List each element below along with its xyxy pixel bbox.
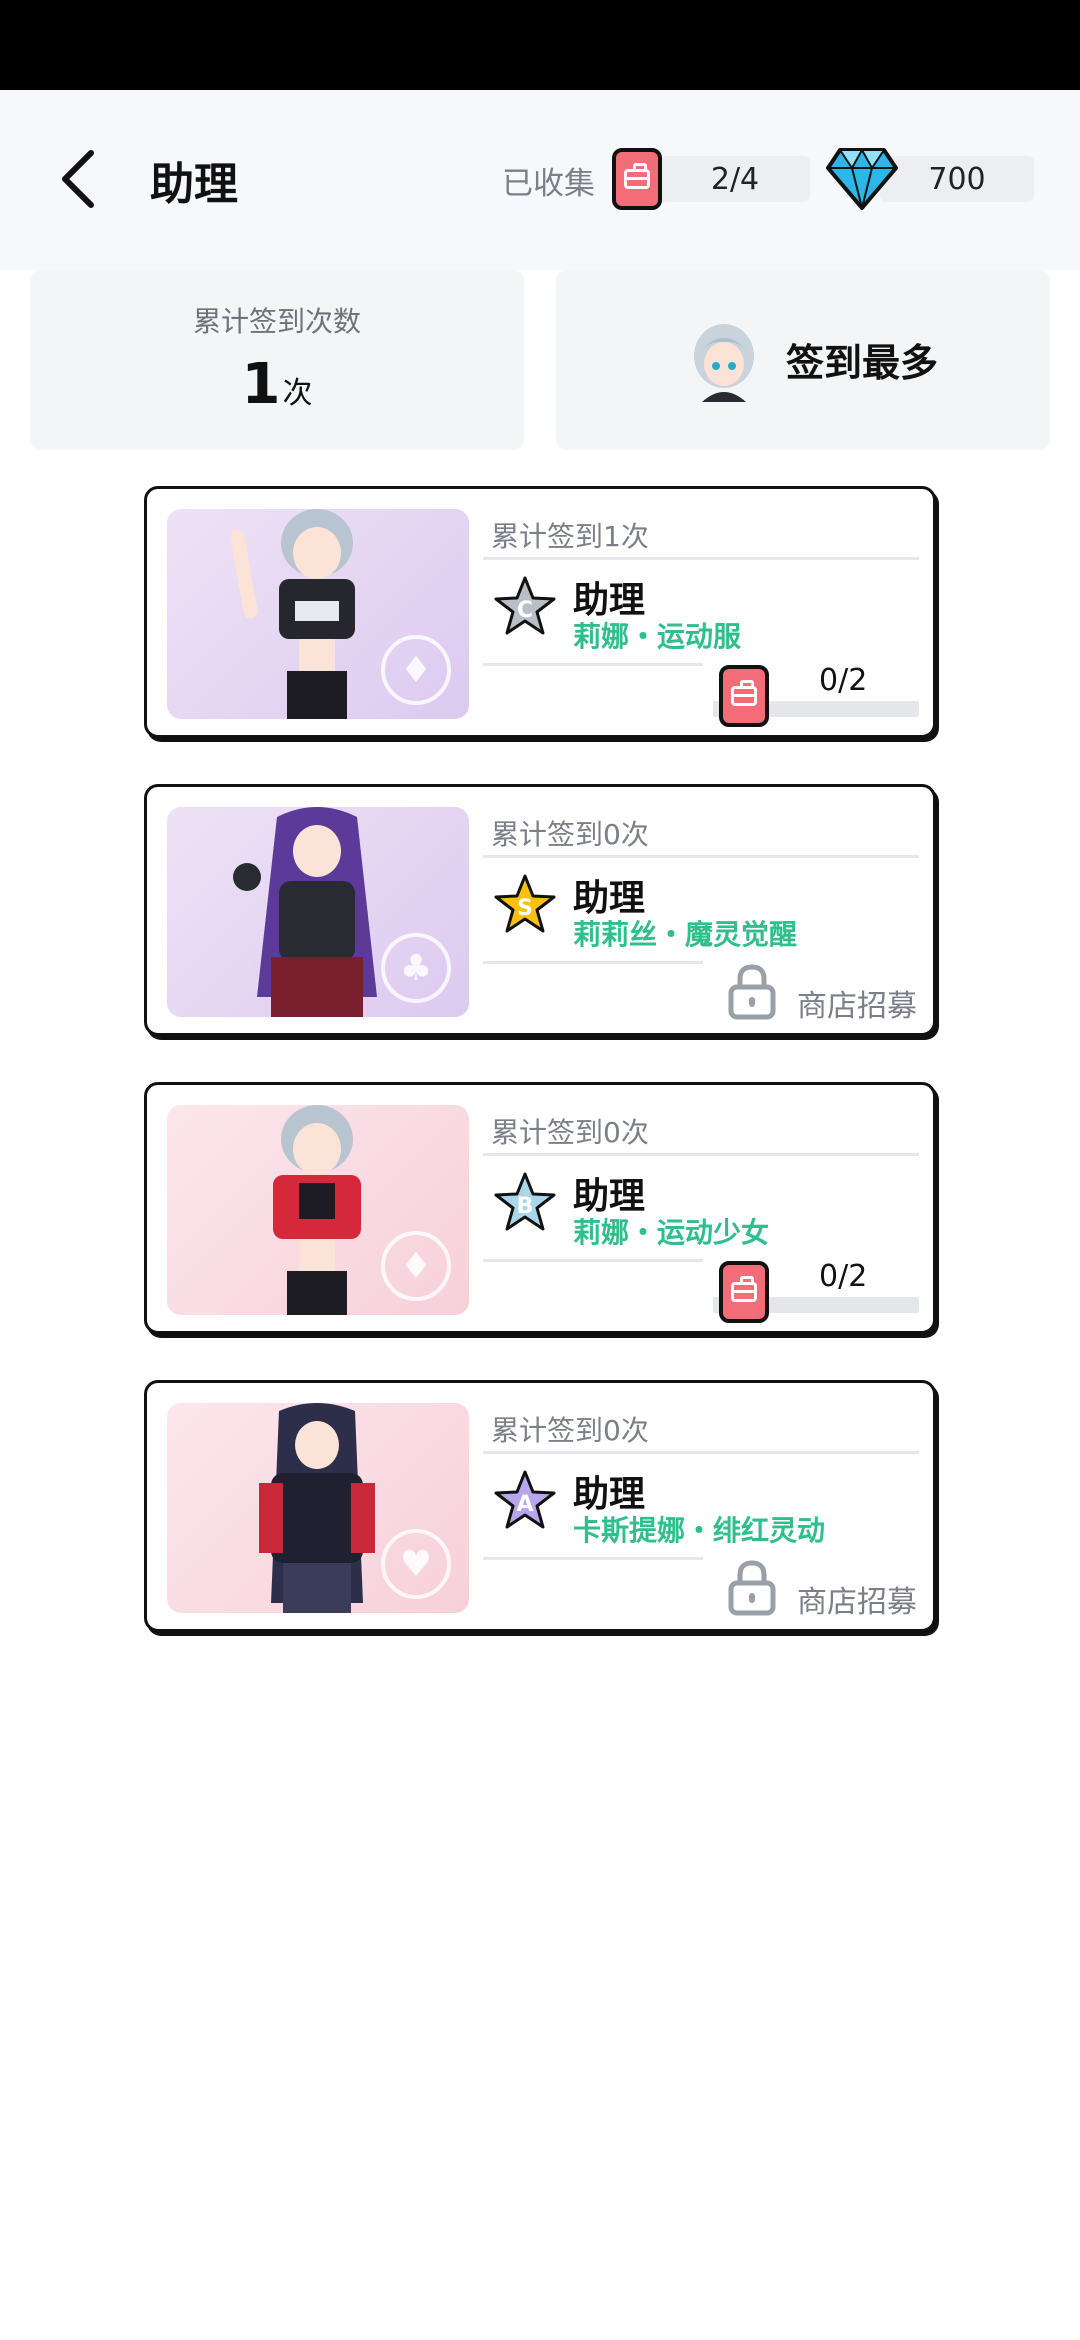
- star-rank-icon: C: [494, 576, 556, 635]
- checkin-count: 累计签到0次: [491, 1414, 649, 1447]
- bag-chip-icon: [719, 665, 769, 727]
- assistant-card[interactable]: ♣ 累计签到0次 S 助理 莉莉丝・魔灵觉醒 商店招募: [144, 784, 936, 1036]
- total-checkin-label: 累计签到次数: [192, 305, 361, 338]
- character-portrait: ♦: [167, 1105, 469, 1315]
- divider: [483, 1259, 703, 1262]
- star-rank-icon: A: [494, 1470, 556, 1529]
- collected-count-box: 2/4: [660, 156, 810, 202]
- divider: [483, 1153, 919, 1156]
- total-checkin-number: 1: [241, 352, 281, 417]
- status-bar: [0, 0, 1080, 90]
- divider: [483, 1451, 919, 1454]
- divider: [483, 1557, 703, 1560]
- top-header: 助理 已收集 2/4 700: [0, 90, 1080, 270]
- assistant-card[interactable]: ♥ 累计签到0次 A 助理 卡斯提娜・绯红灵动 商店招募: [144, 1380, 936, 1632]
- diamond-icon: [826, 147, 898, 210]
- back-button[interactable]: [44, 144, 114, 214]
- assistant-card[interactable]: ♦ 累计签到0次 B 助理 莉娜・运动少女 0/2: [144, 1082, 936, 1334]
- checkin-count: 累计签到0次: [491, 1116, 649, 1149]
- collected-count: 2/4: [710, 161, 760, 197]
- diamond-suit-icon: ♦: [381, 1231, 451, 1301]
- rank-letter: A: [516, 1492, 533, 1517]
- shop-recruit-link[interactable]: 商店招募: [797, 981, 917, 1025]
- total-checkin-card: 累计签到次数 1次: [30, 270, 524, 450]
- total-checkin-value: 1次: [30, 352, 524, 417]
- rank-letter: C: [517, 598, 533, 623]
- page-title: 助理: [150, 159, 238, 210]
- collected-label: 已收集: [502, 166, 595, 202]
- progress-text: 0/2: [819, 663, 868, 698]
- divider: [483, 557, 919, 560]
- card-subtitle: 莉娜・运动服: [573, 620, 742, 653]
- character-portrait: ♥: [167, 1403, 469, 1613]
- assistant-avatar: [694, 324, 754, 402]
- shop-recruit-link[interactable]: 商店招募: [797, 1577, 917, 1621]
- checkin-count: 累计签到1次: [491, 520, 649, 553]
- diamond-count-box: 700: [880, 156, 1034, 202]
- checkin-count: 累计签到0次: [491, 818, 649, 851]
- divider: [483, 663, 703, 666]
- star-rank-icon: S: [494, 874, 556, 933]
- card-subtitle: 莉莉丝・魔灵觉醒: [573, 918, 798, 951]
- total-checkin-unit: 次: [282, 376, 313, 411]
- rank-letter: B: [517, 1194, 534, 1219]
- character-portrait: ♦: [167, 509, 469, 719]
- divider: [483, 855, 919, 858]
- card-subtitle: 卡斯提娜・绯红灵动: [573, 1514, 826, 1547]
- bag-chip-icon: [719, 1261, 769, 1323]
- heart-suit-icon: ♥: [381, 1529, 451, 1599]
- lock-icon: [728, 1560, 776, 1616]
- most-checkin-card[interactable]: 签到最多: [556, 270, 1050, 450]
- bag-chip-icon: [612, 148, 662, 210]
- card-subtitle: 莉娜・运动少女: [573, 1216, 770, 1249]
- chevron-left-icon: [62, 150, 94, 208]
- assistant-card[interactable]: ♦ 累计签到1次 C 助理 莉娜・运动服 0/2: [144, 486, 936, 738]
- divider: [483, 961, 703, 964]
- most-checkin-label: 签到最多: [786, 341, 939, 385]
- star-rank-icon: B: [494, 1172, 556, 1231]
- diamond-suit-icon: ♦: [381, 635, 451, 705]
- lock-icon: [728, 964, 776, 1020]
- club-suit-icon: ♣: [381, 933, 451, 1003]
- progress-text: 0/2: [819, 1259, 868, 1294]
- character-portrait: ♣: [167, 807, 469, 1017]
- diamond-count: 700: [928, 161, 986, 197]
- rank-letter: S: [517, 896, 533, 921]
